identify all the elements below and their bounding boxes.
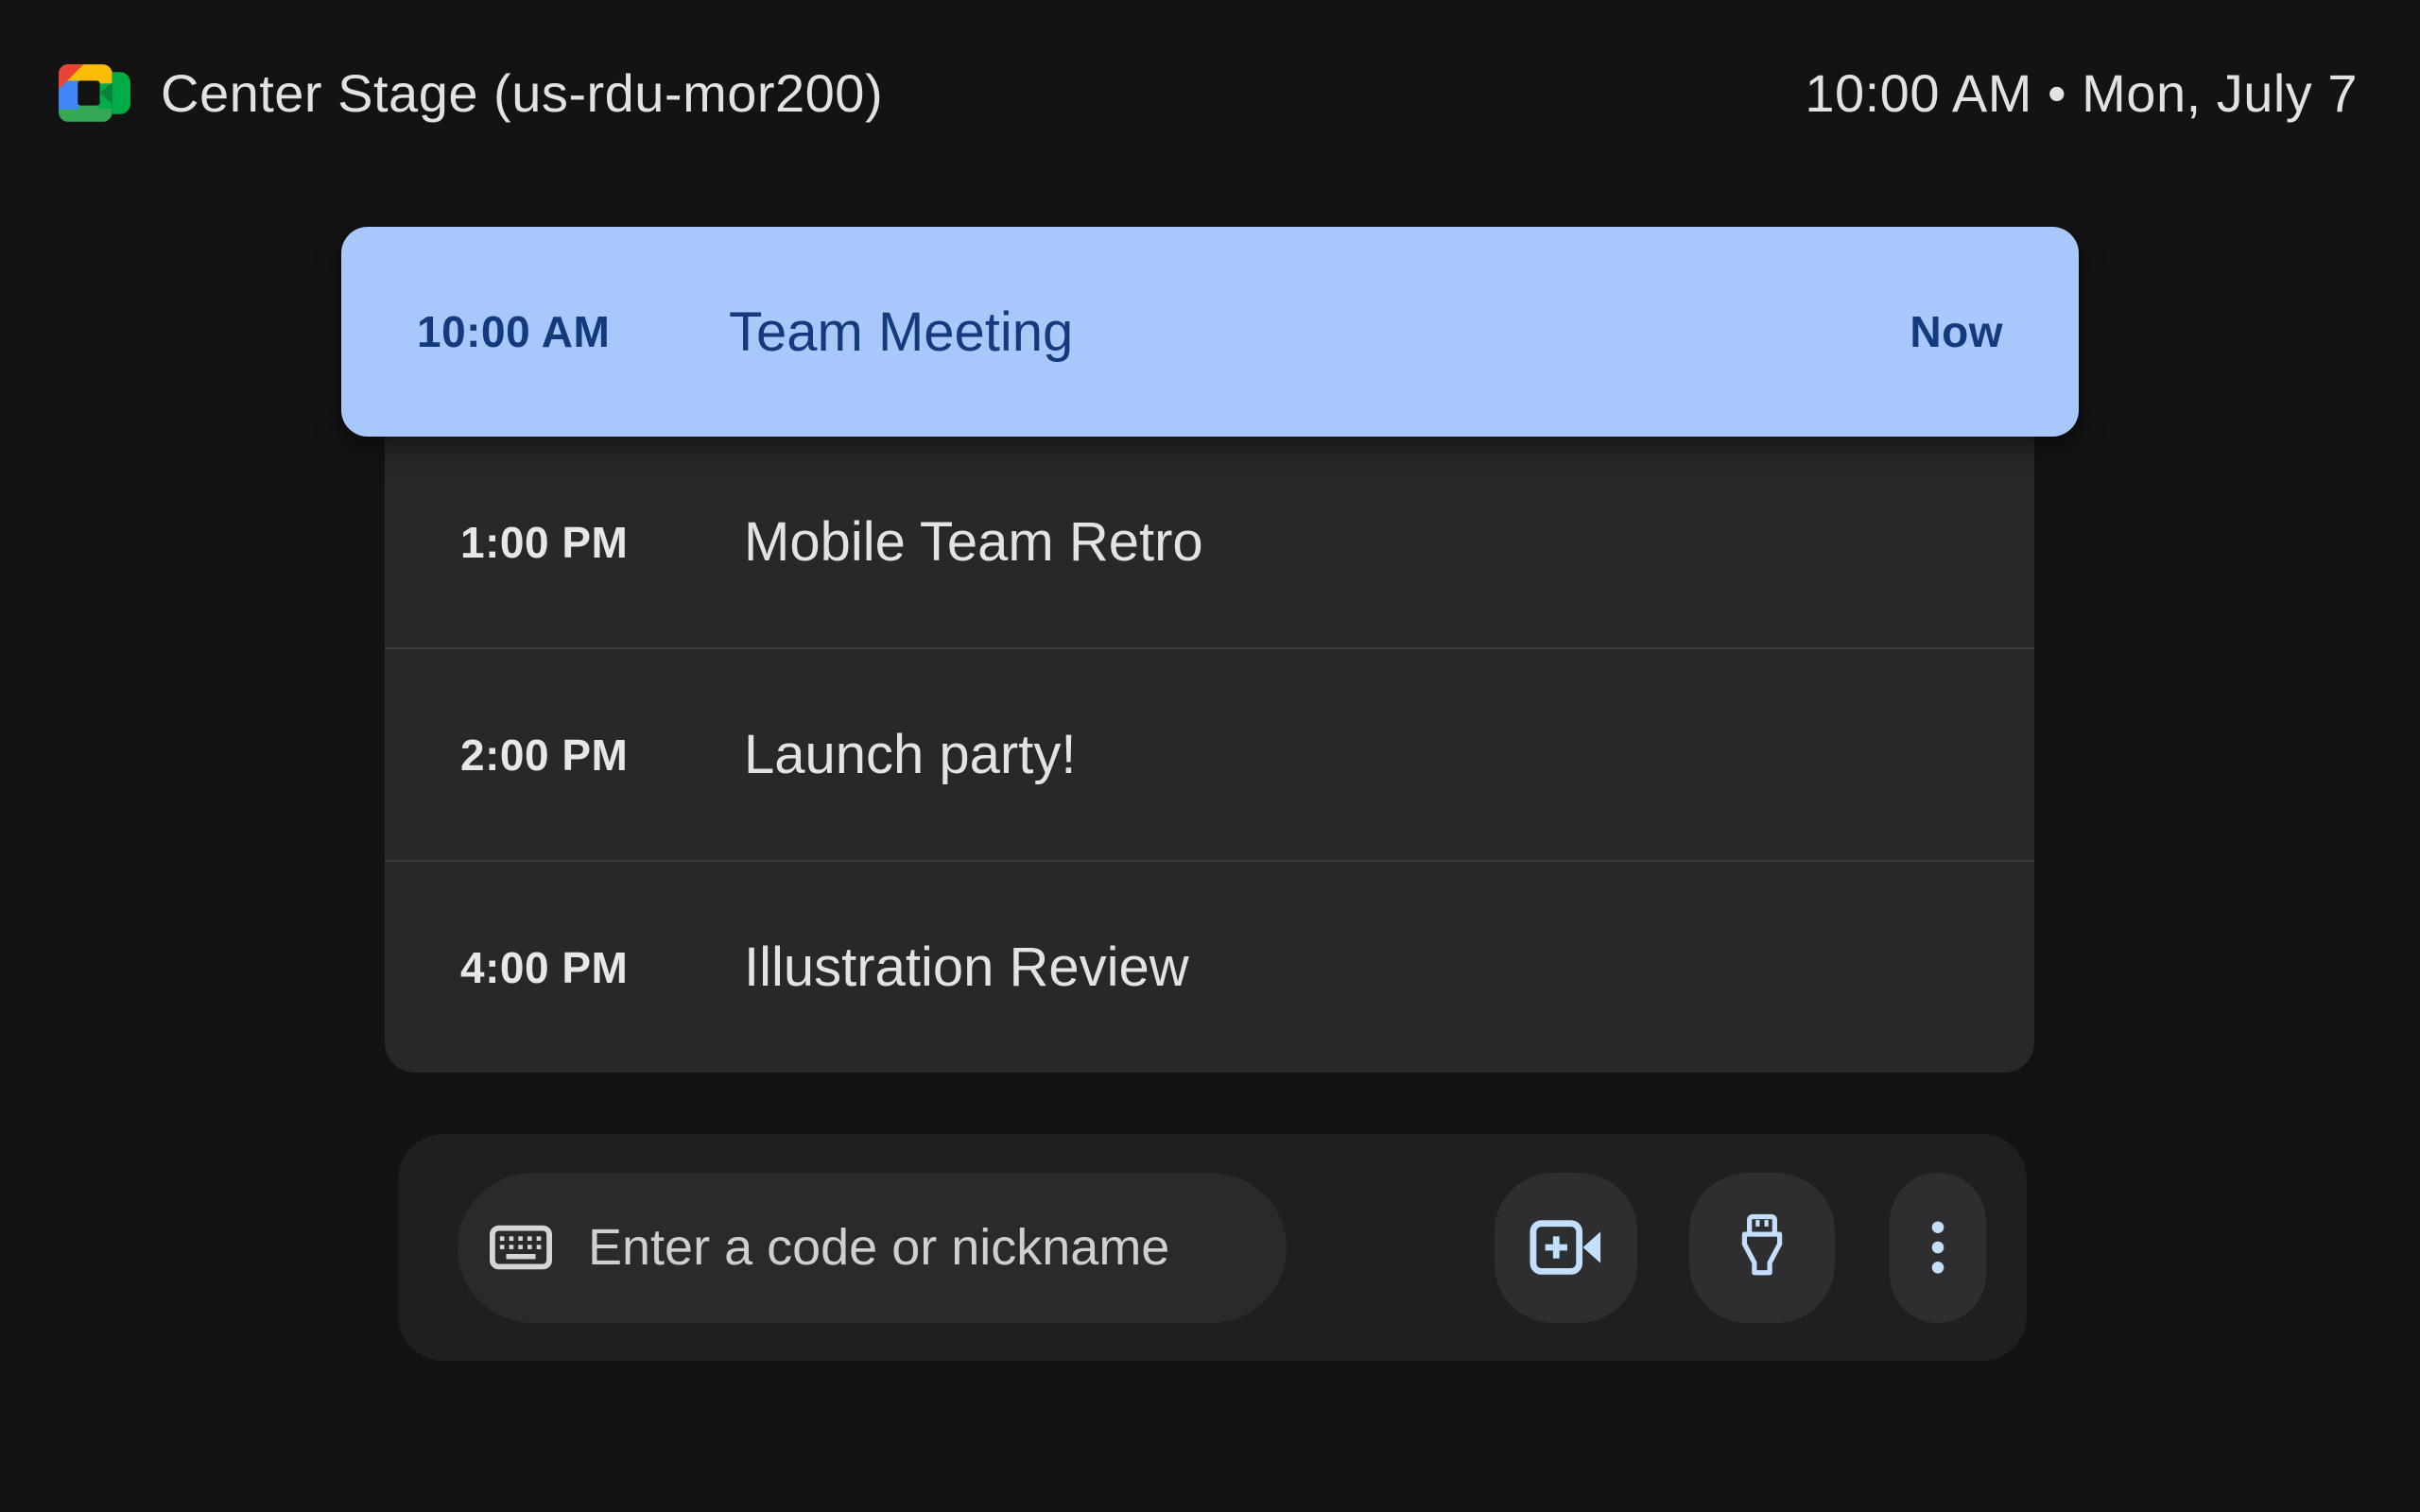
meet-home-screen: Center Stage (us-rdu-mor200) 10:00 AM • … bbox=[0, 0, 2420, 1512]
present-hdmi-button[interactable] bbox=[1689, 1173, 1835, 1323]
event-title: Illustration Review bbox=[744, 936, 1189, 999]
schedule-list: 1:00 PM Mobile Team Retro 2:00 PM Launch… bbox=[385, 437, 2034, 1073]
clock-date: 10:00 AM • Mon, July 7 bbox=[1805, 62, 2358, 124]
event-time: 4:00 PM bbox=[460, 942, 744, 993]
event-time: 1:00 PM bbox=[460, 517, 744, 568]
three-dot-menu-icon bbox=[1928, 1220, 1947, 1275]
meeting-code-input[interactable] bbox=[586, 1217, 1249, 1278]
now-meeting-card[interactable]: 10:00 AM Team Meeting Now bbox=[341, 227, 2079, 437]
join-bar bbox=[398, 1134, 2027, 1361]
now-badge: Now bbox=[1910, 306, 2003, 357]
schedule-row[interactable]: 4:00 PM Illustration Review bbox=[385, 860, 2034, 1073]
google-meet-logo-icon bbox=[59, 64, 130, 122]
now-meeting-time: 10:00 AM bbox=[417, 306, 729, 357]
header: Center Stage (us-rdu-mor200) 10:00 AM • … bbox=[0, 26, 2420, 159]
event-title: Launch party! bbox=[744, 723, 1076, 786]
more-options-button[interactable] bbox=[1890, 1173, 1986, 1323]
schedule-row[interactable]: 2:00 PM Launch party! bbox=[385, 647, 2034, 860]
now-meeting-title: Team Meeting bbox=[729, 301, 1073, 364]
meeting-code-field[interactable] bbox=[458, 1173, 1287, 1323]
hdmi-cable-icon bbox=[1736, 1213, 1789, 1281]
keyboard-icon bbox=[490, 1225, 552, 1270]
schedule-row[interactable]: 1:00 PM Mobile Team Retro bbox=[385, 437, 2034, 647]
event-time: 2:00 PM bbox=[460, 730, 744, 781]
event-title: Mobile Team Retro bbox=[744, 510, 1203, 574]
device-name: Center Stage (us-rdu-mor200) bbox=[161, 62, 883, 124]
video-camera-plus-icon bbox=[1530, 1219, 1603, 1276]
new-meeting-button[interactable] bbox=[1495, 1173, 1637, 1323]
